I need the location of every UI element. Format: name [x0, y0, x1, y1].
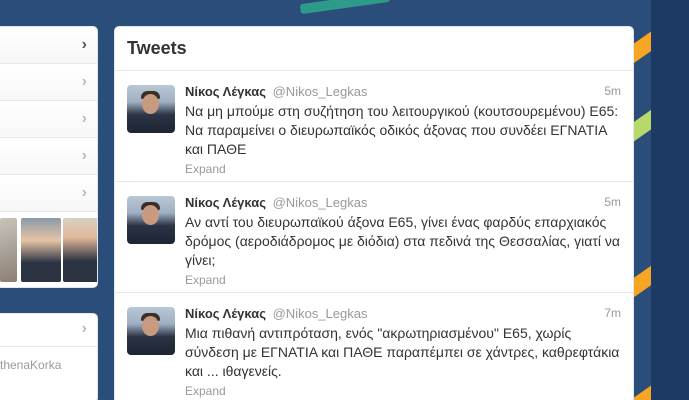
tweets-title: Tweets — [127, 38, 187, 58]
avatar[interactable] — [127, 85, 175, 133]
nav-row-tweets[interactable]: › — [0, 27, 97, 64]
nav-row-followers[interactable]: › — [0, 101, 97, 138]
tweet-author-handle[interactable]: @Nikos_Legkas — [273, 306, 368, 321]
tweet-timestamp[interactable]: 5m — [604, 195, 621, 209]
background-stripe — [299, 0, 391, 15]
tweet-timestamp[interactable]: 5m — [604, 84, 621, 98]
tweets-header: Tweets — [115, 27, 633, 71]
background-edge — [651, 0, 689, 400]
chevron-right-icon: › — [81, 36, 87, 53]
tweet-timestamp[interactable]: 7m — [604, 306, 621, 320]
dashboard-column: › › › › › › thenaKorka — [0, 26, 98, 400]
tweet-item[interactable]: Νίκος Λέγκας @Nikos_Legkas 5m Αν αντί το… — [115, 182, 633, 293]
tweet-text: Μια πιθανή αντιπρόταση, ενός "ακρωτηριασ… — [185, 325, 620, 379]
tweet-text: Αν αντί του διευρωπαϊκού άξονα Ε65, γίνε… — [185, 214, 621, 268]
nav-row-favorites[interactable]: › — [0, 138, 97, 175]
who-to-follow-module: › thenaKorka — [0, 313, 98, 400]
tweet-text: Να μη μπούμε στη συζήτηση του λειτουργικ… — [185, 103, 619, 157]
tweets-panel: Tweets Νίκος Λέγκας @Nikos_Legkas 5m Να … — [114, 26, 634, 400]
chevron-right-icon: › — [81, 110, 87, 127]
nav-row-following[interactable]: › — [0, 64, 97, 101]
tweet-author-name[interactable]: Νίκος Λέγκας — [185, 306, 266, 321]
image-thumbnail[interactable] — [0, 218, 17, 282]
tweet-item[interactable]: Νίκος Λέγκας @Nikos_Legkas 5m Να μη μπού… — [115, 71, 633, 182]
expand-link[interactable]: Expand — [185, 384, 621, 398]
tweet-author-handle[interactable]: @Nikos_Legkas — [273, 84, 368, 99]
expand-link[interactable]: Expand — [185, 162, 621, 176]
image-thumbnail[interactable] — [21, 218, 61, 282]
tweet-author-name[interactable]: Νίκος Λέγκας — [185, 84, 266, 99]
recent-images — [0, 212, 97, 287]
chevron-right-icon: › — [81, 147, 87, 164]
avatar[interactable] — [127, 196, 175, 244]
profile-nav-module: › › › › › — [0, 26, 98, 288]
chevron-right-icon[interactable]: › — [82, 320, 87, 338]
divider — [0, 346, 97, 347]
avatar[interactable] — [127, 307, 175, 355]
tweet-author-handle[interactable]: @Nikos_Legkas — [273, 195, 368, 210]
expand-link[interactable]: Expand — [185, 273, 621, 287]
suggested-user-handle[interactable]: thenaKorka — [0, 358, 61, 372]
nav-row-lists[interactable]: › — [0, 175, 97, 212]
chevron-right-icon: › — [81, 184, 87, 201]
chevron-right-icon: › — [81, 73, 87, 90]
tweet-item[interactable]: Νίκος Λέγκας @Nikos_Legkas 7m Μια πιθανή… — [115, 293, 633, 400]
image-thumbnail[interactable] — [63, 218, 97, 282]
tweet-author-name[interactable]: Νίκος Λέγκας — [185, 195, 266, 210]
